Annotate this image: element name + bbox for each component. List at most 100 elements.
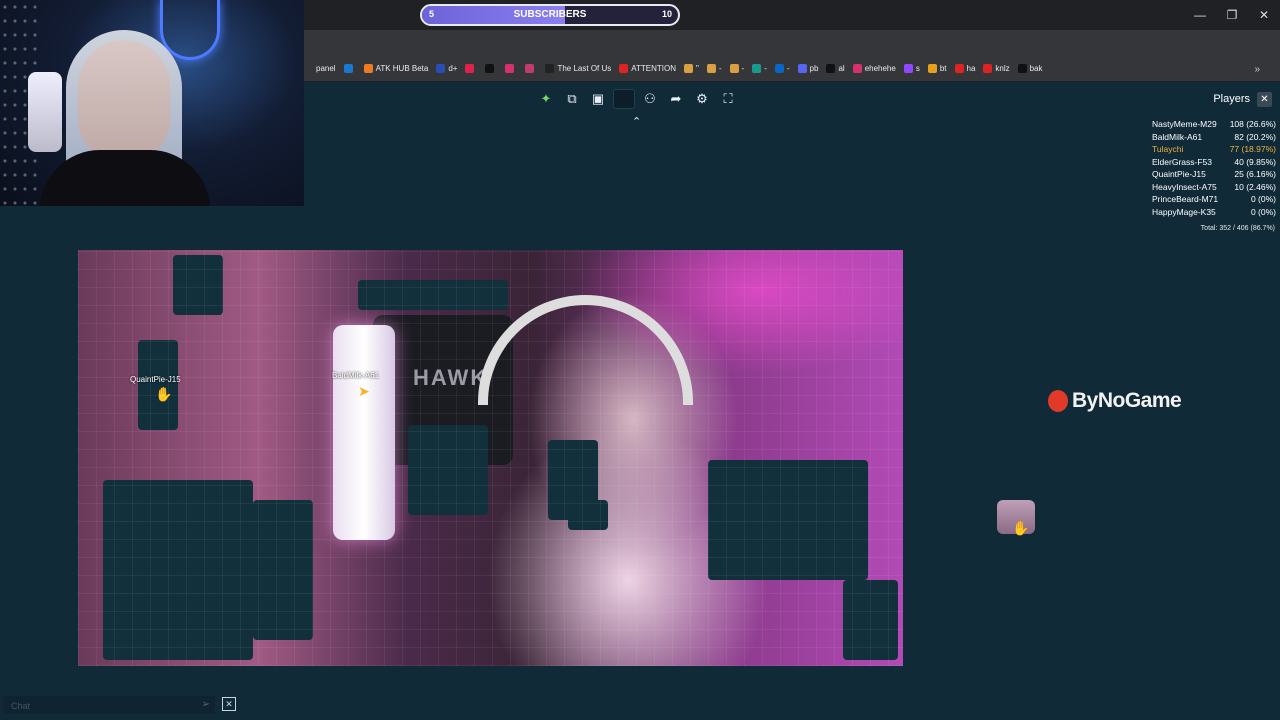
bookmark-item[interactable]: bt: [927, 64, 947, 73]
bookmark-item[interactable]: ehehehe: [852, 64, 896, 73]
puzzle-chair: [373, 315, 513, 465]
window-controls: — ❐ ✕: [1184, 0, 1280, 30]
chat-input[interactable]: [3, 697, 183, 715]
bookmark-label: ehehehe: [864, 64, 896, 73]
player-name: ElderGrass-F53: [1152, 156, 1212, 167]
bookmark-favicon-icon: [684, 64, 694, 73]
players-icon[interactable]: ⚇: [639, 89, 661, 109]
bookmark-item[interactable]: pb: [797, 64, 818, 73]
bookmark-label: s: [915, 64, 920, 73]
subscribers-goal-value: 10: [661, 9, 672, 19]
missing-piece-slot[interactable]: [708, 460, 868, 580]
bookmark-item[interactable]: [525, 64, 537, 73]
bynogame-logo: ByNoGame: [1048, 389, 1182, 413]
chat-close-button[interactable]: ✕: [222, 697, 236, 711]
player-row: ElderGrass-F53 40 (9.85%): [1152, 156, 1276, 169]
missing-piece-slot[interactable]: [173, 255, 223, 315]
blank-tool-icon[interactable]: [613, 89, 635, 109]
bookmark-item[interactable]: -: [706, 64, 722, 73]
player-row: HappyMage-K35 0 (0%): [1152, 206, 1276, 219]
bookmark-item[interactable]: ATK HUB Beta: [363, 64, 429, 73]
bookmark-label: ATK HUB Beta: [375, 64, 429, 73]
restore-icon[interactable]: ❐: [1216, 0, 1248, 30]
bookmark-item[interactable]: -: [774, 64, 790, 73]
bookmark-label: bak: [1029, 64, 1043, 73]
hand-cursor-icon: ✋: [1012, 520, 1030, 536]
player-name: HeavyInsect-A75: [1152, 181, 1217, 192]
bookmark-label: ": [696, 64, 699, 73]
missing-piece-slot[interactable]: [358, 280, 508, 310]
bookmark-item[interactable]: The Last Of Us: [545, 64, 611, 73]
bookmark-item[interactable]: s: [903, 64, 920, 73]
bookmark-label: bt: [939, 64, 947, 73]
bookmark-item[interactable]: panel: [304, 64, 336, 73]
collapse-toolbar-button[interactable]: ⌃: [632, 115, 641, 128]
bookmark-favicon-icon: [954, 64, 964, 73]
bookmark-favicon-icon: [525, 64, 535, 73]
bookmark-favicon-icon: [774, 64, 784, 73]
bookmark-item[interactable]: [505, 64, 517, 73]
bookmark-favicon-icon: [485, 64, 495, 73]
player-name: BaldMilk-A61: [1152, 131, 1203, 142]
player-score: 77 (18.97%): [1229, 144, 1276, 154]
bookmark-favicon-icon: [826, 64, 836, 73]
missing-piece-slot[interactable]: [568, 500, 608, 530]
fullscreen-icon[interactable]: ⛶: [717, 89, 739, 109]
bookmark-favicon-icon: [852, 64, 862, 73]
send-icon[interactable]: ➢: [202, 699, 210, 710]
close-icon[interactable]: ✕: [1248, 0, 1280, 30]
microphone: [28, 72, 62, 152]
bookmark-item[interactable]: -: [729, 64, 744, 73]
bookmark-favicon-icon: [903, 64, 913, 73]
bookmark-favicon-icon: [436, 64, 446, 73]
bookmark-label: panel: [316, 64, 336, 73]
bookmark-label: -: [786, 64, 790, 73]
player-name: QuaintPie-J15: [1152, 169, 1206, 179]
bookmark-item[interactable]: knlz: [983, 64, 1010, 73]
minimize-icon[interactable]: —: [1184, 0, 1216, 30]
bookmark-favicon-icon: [752, 64, 762, 73]
bookmark-item[interactable]: -: [752, 64, 767, 73]
puzzle-logo-icon[interactable]: ✦: [535, 89, 557, 109]
bookmarks-overflow-button[interactable]: »: [1254, 64, 1260, 75]
bookmark-item[interactable]: ": [684, 64, 699, 73]
missing-piece-slot[interactable]: [408, 425, 488, 515]
player-cursor-label: QuaintPie-J15: [130, 375, 181, 384]
puzzle-toolbar: ✦ ⧉ ▣ ⚇ ➦ ⚙ ⛶: [535, 89, 739, 109]
bookmark-favicon-icon: [797, 64, 807, 73]
missing-piece-slot[interactable]: [253, 500, 313, 640]
bookmark-label: ATTENTION: [631, 64, 677, 73]
bookmark-favicon-icon: [983, 64, 993, 73]
missing-piece-slot[interactable]: [843, 580, 898, 660]
subscribers-label: SUBSCRIBERS: [513, 9, 587, 20]
image-preview-icon[interactable]: ▣: [587, 89, 609, 109]
bynogame-logo-text: ByNoGame: [1072, 389, 1182, 412]
chat-box: ➢: [3, 696, 215, 715]
player-row: NastyMeme-M29 108 (26.6%): [1152, 118, 1276, 131]
players-list: NastyMeme-M29 108 (26.6%) BaldMilk-A61 82 (…: [1152, 118, 1276, 218]
player-score: 40 (9.85%): [1234, 156, 1276, 167]
puzzle-board[interactable]: HAWK QuaintPie-J15 ✋ BaldMilk-A61 ➤: [78, 250, 903, 666]
bookmark-item[interactable]: al: [826, 64, 845, 73]
missing-piece-slot[interactable]: [548, 440, 598, 520]
bookmark-favicon-icon: [363, 64, 373, 73]
bookmark-item[interactable]: [343, 64, 356, 73]
settings-icon[interactable]: ⚙: [691, 89, 713, 109]
puzzle-piece-icon[interactable]: ⧉: [561, 89, 583, 109]
share-icon[interactable]: ➦: [665, 89, 687, 109]
player-row: Tulaychi 77 (18.97%): [1152, 143, 1276, 156]
bookmark-item[interactable]: ATTENTION: [619, 64, 676, 73]
bookmark-label: d+: [448, 64, 458, 73]
bookmark-item[interactable]: [465, 64, 477, 73]
streamer-face: [78, 40, 170, 160]
bookmark-item[interactable]: d+: [436, 64, 457, 73]
arrow-cursor-icon: ➤: [358, 383, 370, 399]
bookmark-favicon-icon: [706, 64, 716, 73]
missing-piece-slot[interactable]: [103, 480, 253, 660]
hand-cursor-icon: ✋: [155, 386, 173, 402]
missing-piece-slot[interactable]: [138, 340, 178, 430]
players-close-button[interactable]: ✕: [1257, 92, 1272, 107]
bookmark-item[interactable]: bak: [1017, 64, 1043, 73]
bookmark-item[interactable]: ha: [954, 64, 975, 73]
bookmark-item[interactable]: [485, 64, 497, 73]
